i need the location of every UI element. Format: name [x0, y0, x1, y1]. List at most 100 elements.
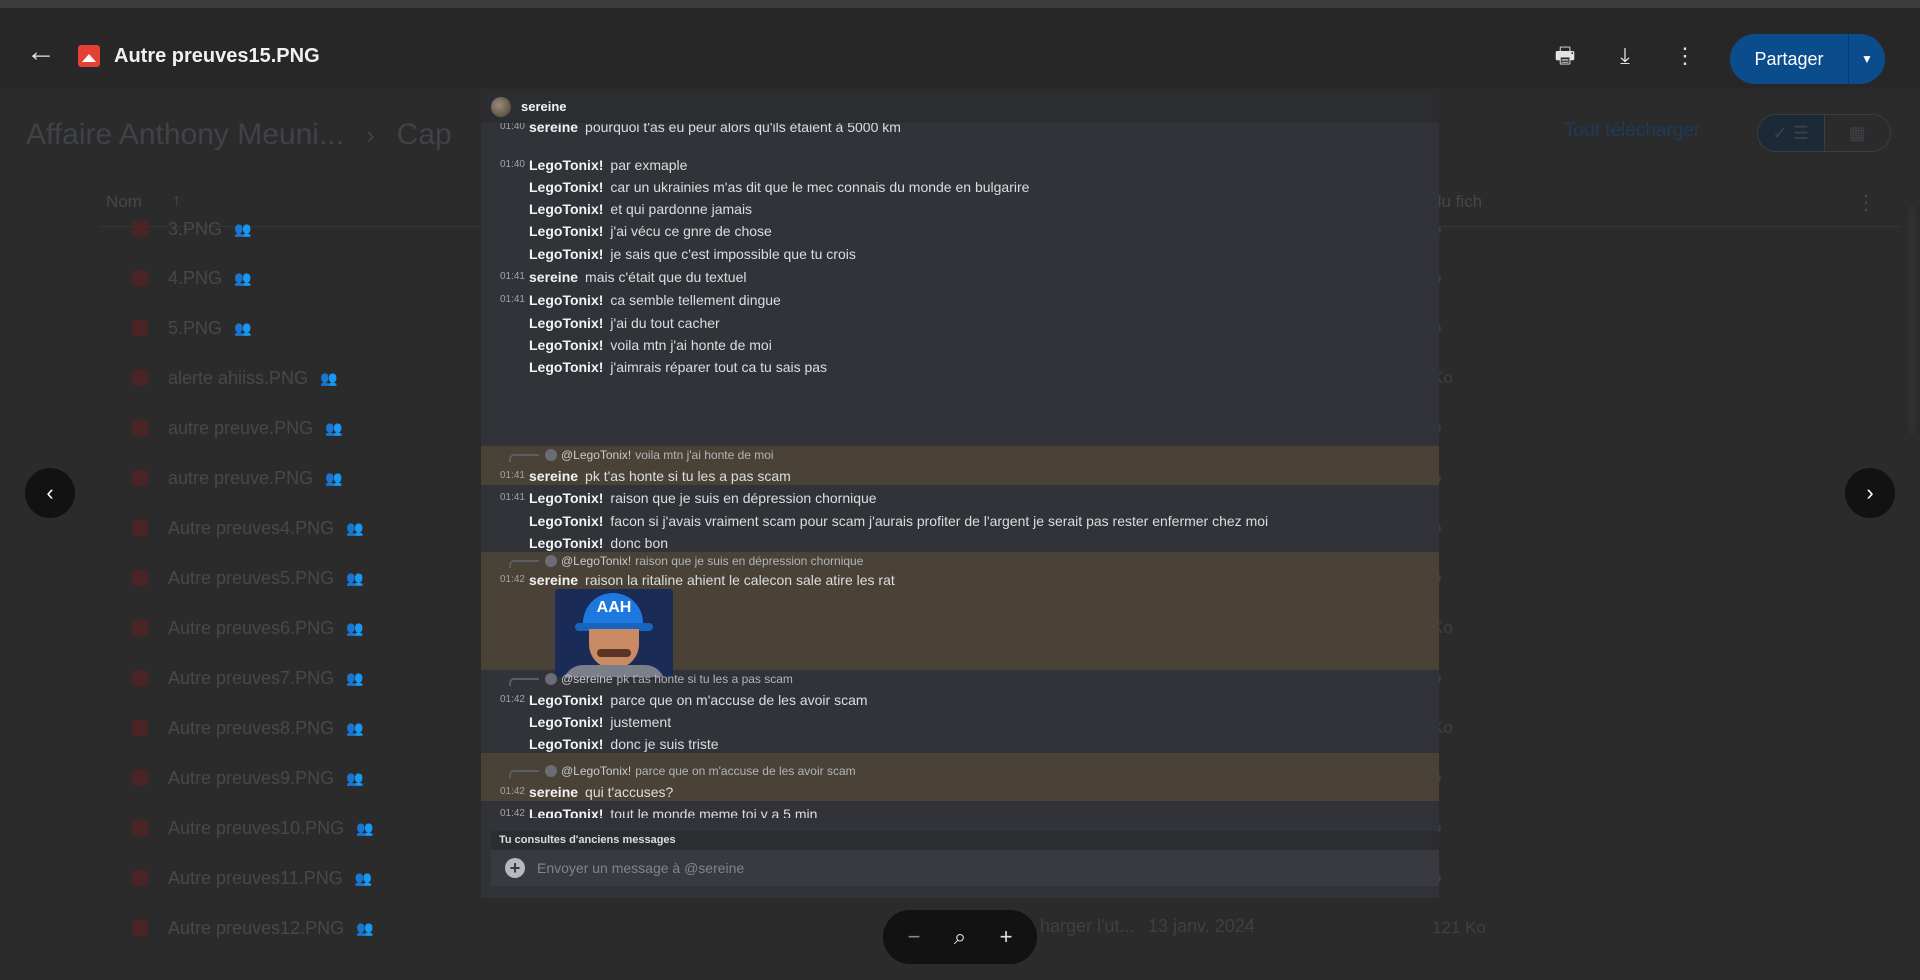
shared-icon: 👥 [346, 569, 364, 586]
arrow-left-icon[interactable]: ← [26, 37, 56, 68]
message-text: raison la ritaline ahient le calecon sal… [585, 571, 895, 588]
breadcrumb-subfolder: Cap [396, 118, 452, 151]
breadcrumb-separator: › [365, 120, 375, 150]
file-name: 5.PNG [168, 317, 223, 338]
timestamp: 01:41 [499, 492, 525, 503]
message: LegoTonix! donc je suis triste [481, 731, 1439, 756]
magnifier-icon[interactable]: ⌕ [945, 924, 975, 950]
file-name: Autre preuves6.PNG [168, 617, 335, 638]
chevron-right-icon[interactable]: › [1845, 468, 1895, 518]
author: LegoTonix! [529, 512, 604, 529]
reply-connector [509, 770, 539, 778]
author: LegoTonix! [529, 222, 604, 239]
download-icon[interactable]: ⤓ [1611, 42, 1639, 70]
chevron-left-icon[interactable]: ‹ [25, 468, 75, 518]
message: 01:41 sereine mais c'était que du textuel [481, 264, 1439, 289]
image-file-icon [132, 270, 148, 286]
message-text: j'ai vécu ce gnre de chose [610, 222, 772, 239]
shared-icon: 👥 [346, 619, 364, 636]
shared-icon: 👥 [325, 469, 343, 486]
dm-header: sereine [481, 90, 1439, 123]
file-row: Autre preuves10.PNG 👥 [132, 803, 374, 853]
message-text: je sais que c'est impossible que tu croi… [610, 245, 856, 262]
file-owner: harger l'ut... [1040, 916, 1135, 936]
file-date: 13 janv. 2024 [1148, 916, 1255, 936]
author: LegoTonix! [529, 713, 604, 730]
timestamp: 01:41 [499, 294, 525, 305]
image-file-icon [132, 370, 148, 386]
shared-icon: 👥 [234, 319, 252, 336]
plus-circle-icon[interactable]: + [505, 858, 525, 878]
author: sereine [529, 467, 579, 484]
file-row: 3.PNG 👥 [132, 204, 251, 254]
image-file-icon [132, 720, 148, 736]
author: LegoTonix! [529, 178, 604, 195]
breadcrumb: Affaire Anthony Meuni... › Cap [26, 118, 452, 152]
timestamp: 01:42 [499, 574, 525, 585]
reply-author: @LegoTonix! [561, 448, 632, 462]
reply-text: raison que je suis en dépression chorniq… [635, 554, 864, 568]
timestamp: 01:42 [499, 808, 525, 818]
old-messages-banner: Tu consultes d'anciens messages [491, 831, 1439, 850]
meme-mustache [597, 649, 631, 657]
file-row: Autre preuves6.PNG 👥 [132, 603, 364, 653]
file-size: 121 Ko [1432, 918, 1486, 937]
shared-icon: 👥 [354, 869, 373, 886]
image-file-icon [132, 320, 148, 336]
message-text: mais c'était que du textuel [585, 268, 747, 285]
image-file-icon [132, 470, 148, 486]
file-name: autre preuve.PNG [168, 467, 314, 488]
minus-icon[interactable]: − [899, 924, 929, 950]
message-composer[interactable]: + Envoyer un message à @sereine [491, 850, 1439, 886]
message-text: justement [610, 713, 672, 730]
author: sereine [529, 571, 579, 588]
image-file-icon [132, 820, 148, 836]
print-icon[interactable]: 🖶 [1551, 42, 1579, 70]
message-text: car un ukrainies m'as dit que le mec con… [610, 178, 1030, 195]
message-text: pk t'as honte si tu les a pas scam [585, 467, 791, 484]
shared-icon: 👥 [325, 419, 343, 436]
image-file-icon [132, 870, 148, 886]
reply-author: @LegoTonix! [561, 554, 632, 568]
more-vert-icon[interactable]: ⋮ [1671, 42, 1699, 70]
image-file-icon [132, 570, 148, 586]
message-text: tout le monde meme toi y a 5 min [610, 805, 818, 819]
meme-image: AAH [555, 589, 673, 677]
reply-preview: @LegoTonix! parce que on m'accuse de les … [481, 762, 1439, 780]
shared-icon: 👥 [320, 369, 338, 386]
timestamp: 01:40 [499, 123, 525, 132]
shared-icon: 👥 [346, 769, 364, 786]
author: LegoTonix! [529, 314, 604, 331]
file-name: Autre preuves5.PNG [168, 567, 335, 588]
message-text: donc bon [610, 534, 669, 551]
grid-view-icon: ▦ [1848, 122, 1866, 143]
timestamp: 01:41 [499, 470, 525, 481]
breadcrumb-folder: Affaire Anthony Meuni... [26, 118, 344, 151]
file-row: Autre preuves7.PNG 👥 [132, 653, 364, 703]
reply-preview: @LegoTonix! voila mtn j'ai honte de moi [481, 446, 1439, 464]
share-button[interactable]: Partager [1730, 34, 1848, 84]
file-row: autre preuve.PNG 👥 [132, 403, 343, 453]
file-row: Autre preuves12.PNG 👥 [132, 903, 374, 953]
author: sereine [529, 268, 579, 285]
image-file-icon [132, 520, 148, 536]
viewer-toolbar: ← Autre preuves15.PNG 🖶 ⤓ ⋮ Partager ▼ [0, 0, 1920, 88]
reply-avatar [545, 673, 557, 685]
message: LegoTonix! je sais que c'est impossible q… [481, 241, 1439, 266]
message-text: pourquoi t'as eu peur alors qu'ils étaie… [585, 123, 901, 135]
shared-icon: 👥 [234, 269, 252, 286]
author: LegoTonix! [529, 200, 604, 217]
meme-caption: AAH [596, 599, 632, 616]
image-file-icon [132, 620, 148, 636]
message-text: parce que on m'accuse de les avoir scam [610, 691, 868, 708]
file-name: Autre preuves10.PNG [168, 817, 345, 838]
caret-down-icon[interactable]: ▼ [1848, 34, 1885, 84]
author: LegoTonix! [529, 245, 604, 262]
message-text: voila mtn j'ai honte de moi [610, 336, 772, 353]
message: LegoTonix! j'aimrais réparer tout ca tu s… [481, 354, 1439, 379]
plus-icon[interactable]: + [991, 924, 1021, 950]
image-file-icon [132, 920, 148, 936]
file-row: autre preuve.PNG 👥 [132, 453, 343, 503]
reply-author: @LegoTonix! [561, 764, 632, 778]
file-name: Autre preuves4.PNG [168, 517, 335, 538]
